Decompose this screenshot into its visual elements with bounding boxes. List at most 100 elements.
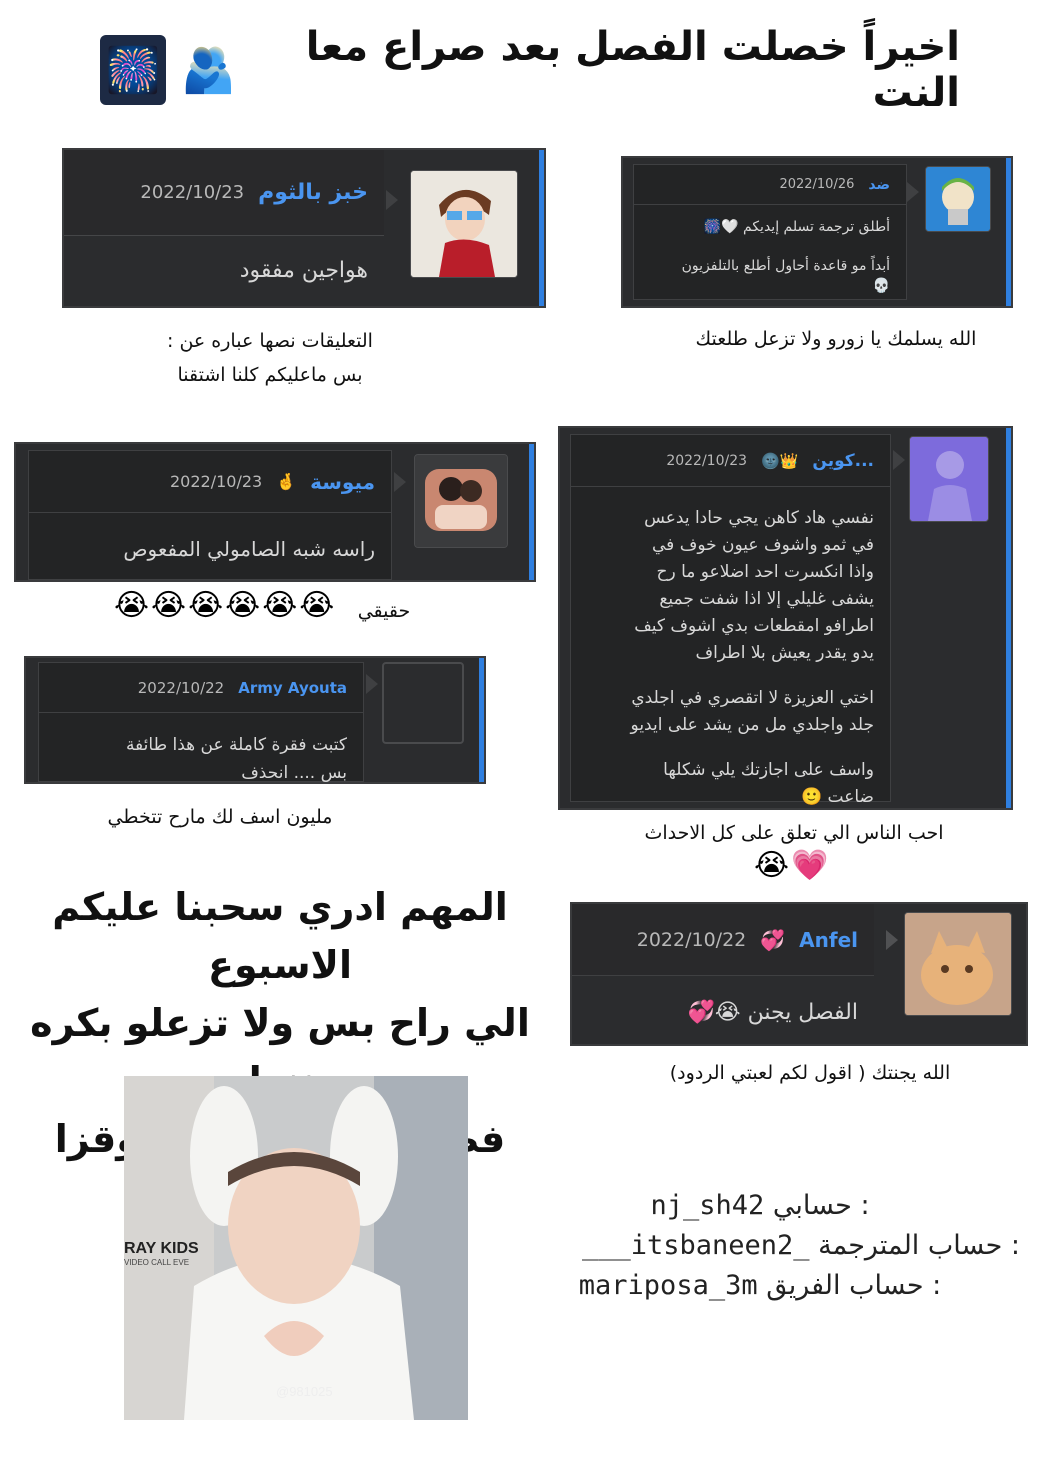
comment-header: 2022/10/22 Army Ayouta [39, 663, 363, 713]
comment-header: 2022/10/23 🤞 ميوسة [29, 451, 391, 513]
avatar-mayousa [414, 454, 508, 548]
fireworks-emoji-icon: 🎆 [100, 35, 166, 105]
comment-arrow [907, 182, 919, 202]
crying-emojis: 😭😭😭😭😭😭 [114, 588, 337, 623]
card-accent-bar [1006, 428, 1011, 808]
comment-date: 2022/10/22 [636, 928, 747, 951]
comment-card-zoro: 2022/10/26 ضد أطلق ترجمة تسلم إيديكم 🤍🎆 … [621, 156, 1013, 308]
comment-date: 2022/10/26 [779, 177, 855, 192]
comment-body: كتبت فقرة كاملة عن هذا طائفة بس .... انح… [53, 731, 347, 787]
heart-crying-emojis: 😭💗 [754, 848, 831, 883]
page-title: اخيراً خصلت الفصل بعد صراع معا النت 🫂 🎆 [100, 24, 960, 116]
avatar-zoro [925, 166, 991, 232]
comment-box: 2022/10/22 💞 Anfel الفصل يجنن 😭💞 [572, 904, 874, 1044]
comment-author[interactable]: ميوسة [310, 470, 375, 494]
comment-body: نفسي هاد كاهن يجي حادا يدعس في ثمو واشوف… [585, 505, 874, 811]
comment-body: أطلق ترجمة تسلم إيديكم 🤍🎆 أبداً مو قاعدة… [648, 217, 890, 296]
comment-box: 2022/10/23 🌚👑 كوين... نفسي هاد كاهن يجي … [570, 434, 891, 807]
title-text: اخيراً خصلت الفصل بعد صراع معا النت [305, 24, 960, 116]
note-bread-1: التعليقات نصها عباره عن : [167, 330, 373, 352]
comment-box: 2022/10/22 Army Ayouta كتبت فقرة كاملة ع… [38, 662, 364, 783]
avatar-kwin [909, 436, 989, 522]
comment-date: 2022/10/23 [169, 472, 263, 491]
big-message-line: المهم ادري سحبنا عليكم الاسبوع [52, 885, 508, 987]
comment-author[interactable]: Army Ayouta [238, 679, 347, 697]
card-accent-bar [539, 150, 544, 306]
comment-card-mayousa: 2022/10/23 🤞 ميوسة راسه شبه الصامولي الم… [14, 442, 536, 582]
hug-emoji-icon: 🫂 [175, 35, 242, 105]
comment-line: راسه شبه الصامولي المفعوص [123, 537, 375, 561]
comment-arrow [886, 930, 898, 950]
crown-moon-emoji-icon: 🌚👑 [761, 451, 799, 470]
comment-author[interactable]: خبز بالثوم [258, 180, 368, 205]
comment-line: نفسي هاد كاهن يجي حادا يدعس [644, 508, 874, 528]
note-zoro: الله يسلمك يا زورو ولا تزعل طلعتك [695, 328, 977, 350]
note-army: مليون اسف لك مارح تتخطي [107, 806, 333, 828]
comment-arrow [366, 674, 378, 694]
hand-emoji-icon: 🤞 [276, 472, 297, 491]
note-bread-2: بس ماعليكم كلنا اشتقنا [177, 364, 363, 386]
comment-line: اختي العزيزة لا اتقصري في اجلدي [631, 688, 874, 708]
avatar-bread [410, 170, 518, 278]
anime-boy-avatar-icon [411, 171, 517, 277]
comment-line: أطلق ترجمة تسلم إيديكم 🤍🎆 [703, 219, 890, 235]
note-anfel: الله يجنتك ( اقول لكم لعبتي الردود) [669, 1062, 951, 1084]
zoro-avatar-icon [926, 167, 990, 231]
comment-card-army: 2022/10/22 Army Ayouta كتبت فقرة كاملة ع… [24, 656, 486, 784]
comment-body: راسه شبه الصامولي المفعوص [43, 535, 375, 563]
account-label: حساب المترجمة : [818, 1230, 1020, 1261]
account-handle[interactable]: nj_sh42 [650, 1190, 764, 1221]
comment-body: الفصل يجنن 😭💞 [586, 998, 858, 1028]
note-kwin: احب الناس الي تعلق على كل الاحداث [644, 822, 944, 844]
comment-line: واسف على اجازتك يلي شكلها [663, 760, 874, 780]
card-accent-bar [1006, 158, 1011, 306]
account-handle[interactable]: ___itsbaneen2_ [582, 1230, 810, 1261]
comment-arrow [394, 472, 406, 492]
comment-line: 💀 [872, 278, 890, 294]
account-handle[interactable]: mariposa_3m [579, 1270, 758, 1301]
comment-line: أبداً مو قاعدة أحاول أطلع بالتلفزيون [681, 258, 890, 274]
accounts-list: nj_sh42 حسابي : ___itsbaneen2_ حساب المت… [500, 1190, 1020, 1310]
comment-date: 2022/10/22 [137, 678, 225, 697]
comment-line: الفصل يجنن 😭💞 [687, 1000, 858, 1025]
comment-line: يشفى غليلي إلا اذا شفت جميع [659, 589, 874, 609]
comment-line: جلد واجلدي مل من يشد على ايديو [630, 715, 874, 735]
account-row: ___itsbaneen2_ حساب المترجمة : [500, 1230, 1020, 1270]
comment-box: 2022/10/26 ضد أطلق ترجمة تسلم إيديكم 🤍🎆 … [633, 164, 907, 300]
comment-line: هواجين مفقود [239, 258, 368, 283]
comment-date: 2022/10/23 [140, 182, 245, 203]
account-label: حساب الفريق : [766, 1270, 942, 1301]
comment-card-bread: 2022/10/23 خبز بالثوم هواجين مفقود [62, 148, 546, 308]
comment-line: واذا انكسرت احد اضلاعو ما رح [656, 562, 875, 582]
comment-box: 2022/10/23 🤞 ميوسة راسه شبه الصامولي الم… [28, 450, 392, 580]
hearts-emoji-icon: 💞 [760, 927, 786, 952]
account-row: nj_sh42 حسابي : [500, 1190, 1020, 1230]
account-label: حسابي : [772, 1190, 870, 1221]
comment-date: 2022/10/23 [666, 452, 748, 469]
comment-author[interactable]: Anfel [799, 928, 858, 952]
comment-line: اطرافو امقطعات بدي اشوف كيف [634, 616, 874, 636]
comment-header: 2022/10/26 ضد [634, 165, 906, 205]
comment-card-anfel: 2022/10/22 💞 Anfel الفصل يجنن 😭💞 [570, 902, 1028, 1046]
comment-body: هواجين مفقود [78, 256, 368, 286]
photo-watermark: @981025 [276, 1384, 333, 1399]
avatar-anfel [904, 912, 1012, 1016]
comment-line: بس .... انحذف [241, 763, 347, 783]
card-accent-bar [529, 444, 534, 580]
comment-author[interactable]: ضد [868, 177, 890, 193]
couple-avatar-icon [415, 455, 507, 547]
comment-line: كتبت فقرة كاملة عن هذا طائفة [125, 735, 347, 755]
avatar-army [382, 662, 464, 744]
card-accent-bar [479, 658, 484, 782]
comment-author[interactable]: كوين... [812, 451, 874, 471]
photo-caption-logo: RAY KIDS [124, 1240, 199, 1257]
comment-line: يدو يقدر يعيش بلا اطراف [695, 643, 874, 663]
photo-caption-sub: VIDEO CALL EVE [124, 1258, 190, 1267]
comment-header: 2022/10/22 💞 Anfel [572, 904, 874, 976]
purple-girl-avatar-icon [910, 437, 988, 521]
cat-avatar-icon [905, 913, 1011, 1015]
idol-photo: RAY KIDS VIDEO CALL EVE @981025 [124, 1076, 468, 1420]
account-row: mariposa_3m حساب الفريق : [500, 1270, 1020, 1310]
comment-arrow [386, 190, 398, 210]
comment-box: 2022/10/23 خبز بالثوم هواجين مفقود [64, 150, 384, 306]
